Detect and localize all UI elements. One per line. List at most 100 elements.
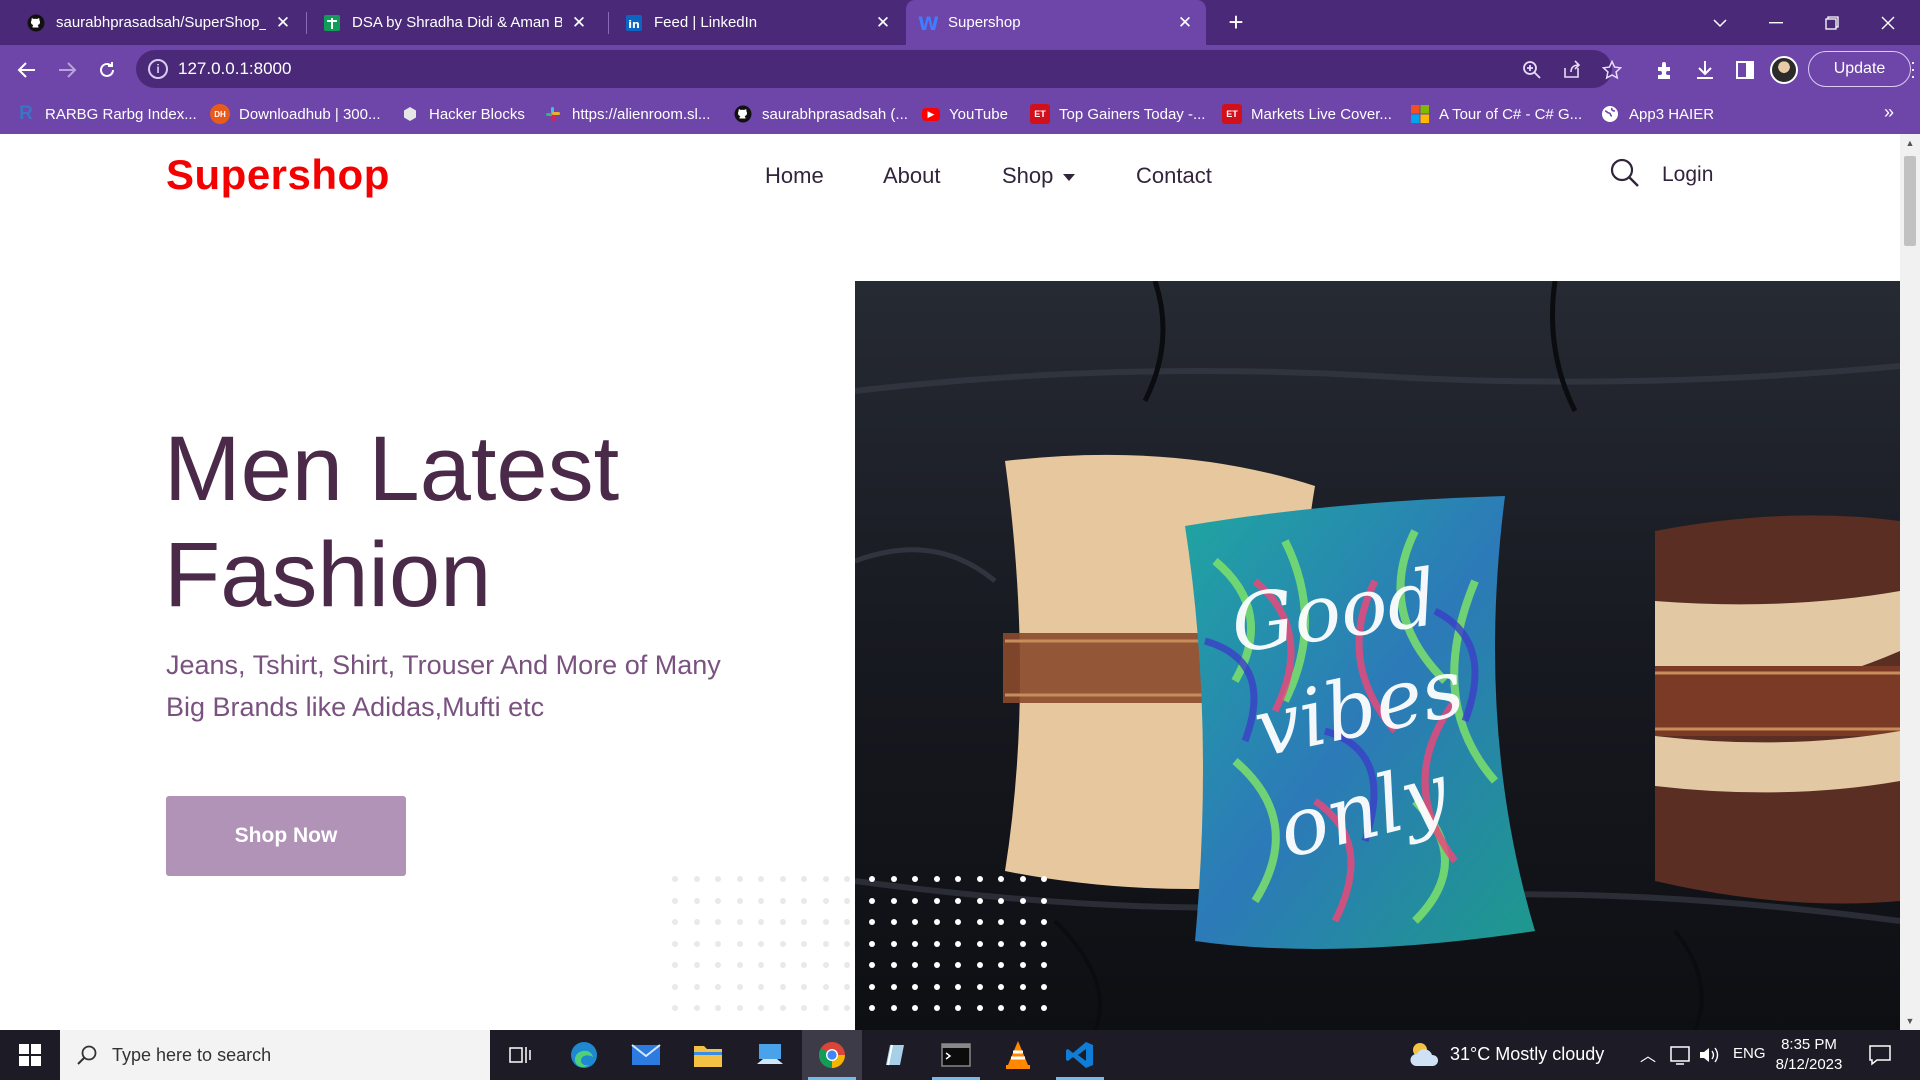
bookmark-item[interactable]: A Tour of C# - C# G... [1410,103,1582,125]
pattern-dot [822,897,829,904]
page-scrollbar[interactable]: ▲ ▼ [1900,134,1920,1030]
bookmark-item[interactable]: https://alienroom.sl... [543,103,710,125]
browser-menu-icon[interactable]: · · · [1910,53,1916,85]
scroll-up-icon[interactable]: ▲ [1900,134,1920,152]
svg-text:in: in [628,18,640,31]
pattern-dot [955,962,961,968]
file-explorer-icon[interactable] [678,1030,738,1080]
pattern-dot [869,962,875,968]
bookmark-item[interactable]: ET Top Gainers Today -... [1030,103,1205,125]
pattern-dot [822,983,829,990]
profile-avatar[interactable] [1770,56,1798,84]
bookmark-item[interactable]: ▶ YouTube [922,103,1008,125]
task-view-icon[interactable] [490,1030,550,1080]
zoom-icon[interactable] [1520,58,1544,82]
weather-icon[interactable] [1408,1040,1442,1075]
pattern-dot [801,919,807,925]
bookmark-label: Downloadhub | 300... [239,105,381,123]
clock[interactable]: 8:35 PM 8/12/2023 [1764,1035,1854,1075]
vlc-icon[interactable] [988,1030,1048,1080]
nav-about[interactable]: About [883,163,941,189]
site-logo[interactable]: Supershop [166,151,390,199]
bookmark-item[interactable]: saurabhprasadsah (... [733,103,908,125]
tab-supershop[interactable]: W Supershop ✕ [906,0,1206,45]
pattern-dot [1019,897,1026,904]
side-panel-icon[interactable] [1732,57,1758,83]
share-icon[interactable] [1560,58,1584,82]
close-tab-icon[interactable]: ✕ [274,13,292,32]
close-window-button[interactable] [1860,0,1916,45]
forward-button[interactable] [50,53,84,87]
pattern-dot [758,1005,764,1011]
pattern-dot [869,1005,875,1011]
nav-contact[interactable]: Contact [1136,163,1212,189]
scroll-down-icon[interactable]: ▼ [1900,1012,1920,1030]
restore-button[interactable] [1804,0,1860,45]
bookmark-item[interactable]: R RARBG Rarbg Index... [16,103,197,125]
login-link[interactable]: Login [1662,163,1713,187]
taskbar-search[interactable]: Type here to search [60,1030,490,1080]
notifications-icon[interactable] [1868,1044,1892,1071]
browser-toolbar: i 127.0.0.1:8000 Update · · · [0,45,1920,94]
bookmarks-bar: R RARBG Rarbg Index... DH Downloadhub | … [0,94,1920,134]
close-tab-icon[interactable]: ✕ [874,13,892,32]
pattern-dot [1041,962,1047,968]
network-icon[interactable] [1670,1045,1692,1070]
language-indicator[interactable]: ENG [1733,1045,1766,1062]
pattern-dot [933,983,940,990]
tab-github[interactable]: saurabhprasadsah/SuperShop__D ✕ [14,0,304,45]
bookmark-item[interactable]: ET Markets Live Cover... [1222,103,1392,125]
scroll-thumb[interactable] [1904,156,1916,246]
bookmark-item[interactable]: DH Downloadhub | 300... [210,103,381,125]
bookmark-star-icon[interactable] [1600,58,1624,82]
pattern-dot [890,962,897,968]
weather-text[interactable]: 31°C Mostly cloudy [1450,1044,1604,1065]
bookmark-label: YouTube [949,105,1008,123]
hero-subtitle: Jeans, Tshirt, Shirt, Trouser And More o… [166,644,786,728]
shop-now-button[interactable]: Shop Now [166,796,406,876]
tab-dsa-sheet[interactable]: DSA by Shradha Didi & Aman Bh ✕ [310,0,600,45]
new-tab-button[interactable]: + [1220,6,1252,38]
volume-icon[interactable] [1698,1045,1720,1070]
search-icon [77,1045,97,1065]
edge-icon[interactable] [554,1030,614,1080]
reload-button[interactable] [90,53,124,87]
tab-search-icon[interactable] [1692,0,1748,45]
download-icon[interactable] [1692,57,1718,83]
bookmark-item[interactable]: Hacker Blocks [400,103,525,125]
nav-shop[interactable]: Shop [1002,163,1076,189]
search-icon[interactable] [1610,158,1640,188]
tab-label: Feed | LinkedIn [654,14,758,31]
pattern-dot [998,919,1004,925]
pattern-dot [1041,897,1047,904]
pattern-dot [715,940,721,947]
pattern-dot [672,919,678,925]
pattern-dot [890,983,897,990]
chrome-icon[interactable] [802,1030,862,1080]
mail-icon[interactable] [616,1030,676,1080]
back-button[interactable] [10,53,44,87]
terminal-icon[interactable] [926,1030,986,1080]
address-bar[interactable]: i 127.0.0.1:8000 [136,50,1622,88]
site-info-icon[interactable]: i [148,59,168,79]
pattern-dot [736,1005,743,1011]
start-button[interactable] [0,1030,60,1080]
vscode-icon[interactable] [1050,1030,1110,1080]
linkedin-icon: in [624,13,644,33]
more-bookmarks-icon[interactable]: » [1884,102,1894,123]
notes-app-icon[interactable] [864,1030,924,1080]
remote-desktop-icon[interactable] [740,1030,800,1080]
dot-pattern-white [869,876,1059,1026]
close-tab-icon[interactable]: ✕ [570,13,588,32]
pattern-dot [1041,983,1047,990]
update-button[interactable]: Update [1808,51,1911,87]
show-hidden-icons[interactable]: ︿ [1640,1042,1656,1066]
extensions-icon[interactable] [1652,57,1678,83]
close-tab-icon[interactable]: ✕ [1176,13,1194,32]
nav-home[interactable]: Home [765,163,824,189]
tab-linkedin[interactable]: in Feed | LinkedIn ✕ [612,0,904,45]
url-text[interactable]: 127.0.0.1:8000 [178,59,291,79]
minimize-button[interactable] [1748,0,1804,45]
bookmark-item[interactable]: App3 HAIER [1600,103,1714,125]
globe-icon [1600,104,1620,124]
